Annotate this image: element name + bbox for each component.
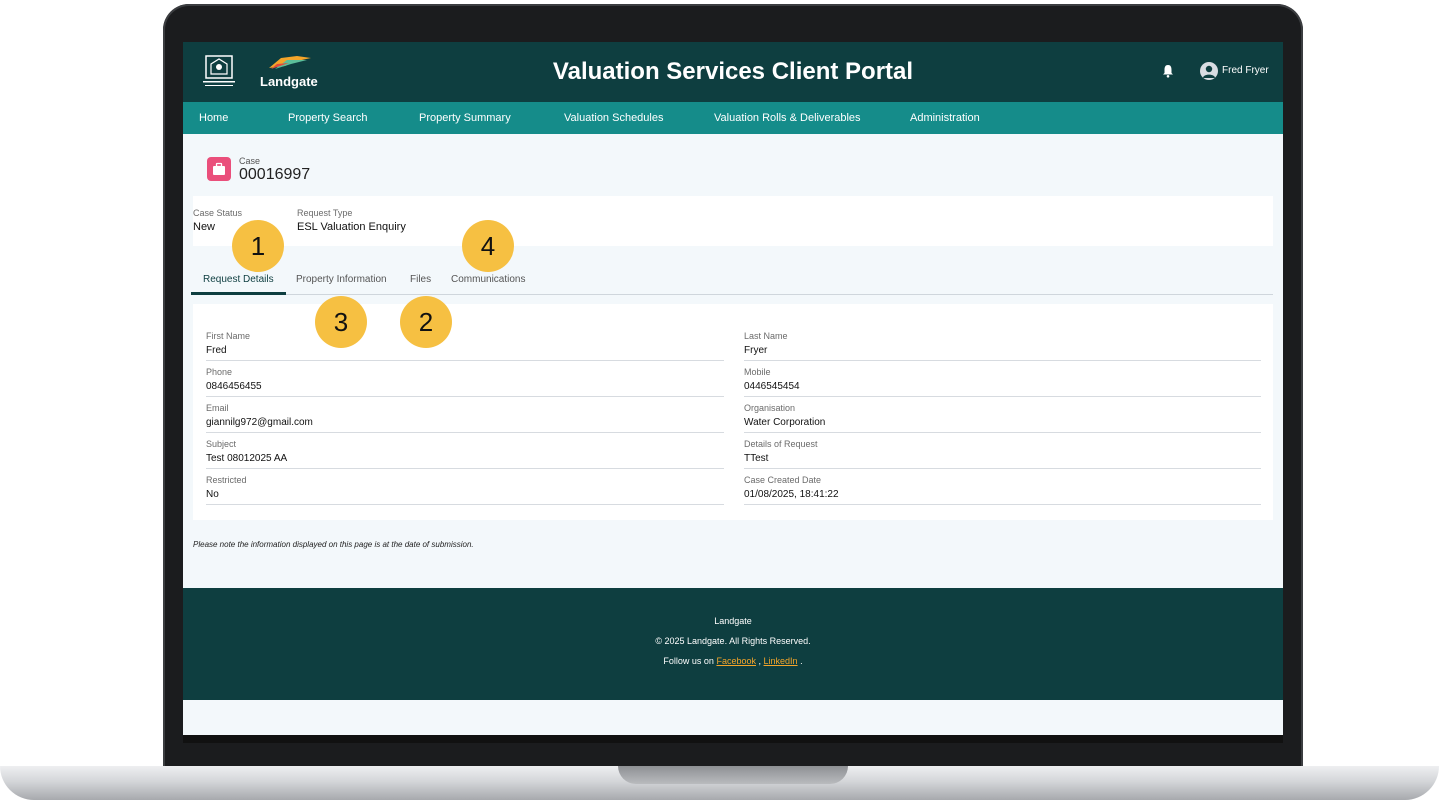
field-divider <box>206 432 724 433</box>
site-header: Landgate Valuation Services Client Porta… <box>183 42 1283 102</box>
case-label: Case <box>239 156 261 166</box>
case-number: 00016997 <box>239 166 311 183</box>
site-footer: Landgate © 2025 Landgate. All Rights Res… <box>183 588 1283 700</box>
restricted-label: Restricted <box>206 475 247 485</box>
footer-copyright: © 2025 Landgate. All Rights Reserved. <box>655 636 811 646</box>
case-summary-card: Case Status New Request Type ESL Valuati… <box>193 196 1273 246</box>
main-navigation: Home Property Search Property Summary Va… <box>183 102 1283 134</box>
tab-communications[interactable]: Communications <box>451 274 525 285</box>
field-divider <box>744 360 1261 361</box>
tab-property-information[interactable]: Property Information <box>296 274 387 285</box>
active-tab-indicator <box>191 292 286 295</box>
facebook-link[interactable]: Facebook <box>716 656 756 666</box>
footer-suffix: . <box>800 656 803 666</box>
user-avatar[interactable] <box>1200 62 1218 80</box>
field-divider <box>744 432 1261 433</box>
user-name[interactable]: Fred Fryer <box>1222 65 1269 76</box>
case-icon <box>207 157 231 181</box>
restricted-value: No <box>206 489 219 500</box>
tab-request-details[interactable]: Request Details <box>203 274 274 285</box>
footer-company: Landgate <box>714 616 752 626</box>
nav-property-search[interactable]: Property Search <box>288 112 367 124</box>
first-name-label: First Name <box>206 331 251 341</box>
details-of-request-value: TTest <box>744 453 769 464</box>
case-status-value: New <box>193 221 216 233</box>
callout-marker-2: 2 <box>400 296 452 348</box>
laptop-notch <box>618 766 848 784</box>
request-type-label: Request Type <box>297 208 353 218</box>
case-status-label: Case Status <box>193 208 243 218</box>
organisation-label: Organisation <box>744 403 796 413</box>
laptop-bezel <box>183 735 1283 743</box>
callout-marker-1: 1 <box>232 220 284 272</box>
case-created-date-label: Case Created Date <box>744 475 822 485</box>
subject-value: Test 08012025 AA <box>206 453 288 464</box>
callout-marker-4: 4 <box>462 220 514 272</box>
last-name-label: Last Name <box>744 331 788 341</box>
phone-label: Phone <box>206 367 233 377</box>
callout-marker-3: 3 <box>315 296 367 348</box>
portal-screen: Landgate Valuation Services Client Porta… <box>183 42 1283 735</box>
phone-value: 0846456455 <box>206 381 262 392</box>
mobile-value: 0446545454 <box>744 381 800 392</box>
user-icon <box>1203 65 1215 78</box>
request-type-value: ESL Valuation Enquiry <box>297 221 406 233</box>
submission-note: Please note the information displayed on… <box>193 540 474 549</box>
portal-title: Valuation Services Client Portal <box>552 58 914 85</box>
nav-home[interactable]: Home <box>199 112 228 124</box>
linkedin-link[interactable]: LinkedIn <box>764 656 798 666</box>
field-divider <box>744 504 1261 505</box>
nav-administration[interactable]: Administration <box>910 112 980 124</box>
nav-valuation-rolls[interactable]: Valuation Rolls & Deliverables <box>714 112 861 124</box>
details-of-request-label: Details of Request <box>744 439 818 449</box>
email-label: Email <box>206 403 229 413</box>
nav-valuation-schedules[interactable]: Valuation Schedules <box>564 112 663 124</box>
last-name-value: Fryer <box>744 345 768 356</box>
footer-follow-text: Follow us on <box>663 656 714 666</box>
tabs-divider <box>191 294 1273 295</box>
footer-social: Follow us on Facebook , LinkedIn . <box>183 656 1283 666</box>
mobile-label: Mobile <box>744 367 771 377</box>
field-divider <box>206 504 724 505</box>
first-name-value: Fred <box>206 345 227 356</box>
organisation-value: Water Corporation <box>744 417 826 428</box>
case-created-date-value: 01/08/2025, 18:41:22 <box>744 489 839 500</box>
footer-separator: , <box>758 656 762 666</box>
field-divider <box>206 396 724 397</box>
notification-bell-icon[interactable] <box>1161 64 1175 78</box>
field-divider <box>206 360 724 361</box>
tab-files[interactable]: Files <box>410 274 431 285</box>
email-value: giannilg972@gmail.com <box>206 417 313 428</box>
field-divider <box>744 468 1261 469</box>
field-divider <box>206 468 724 469</box>
field-divider <box>744 396 1261 397</box>
nav-property-summary[interactable]: Property Summary <box>419 112 511 124</box>
subject-label: Subject <box>206 439 237 449</box>
